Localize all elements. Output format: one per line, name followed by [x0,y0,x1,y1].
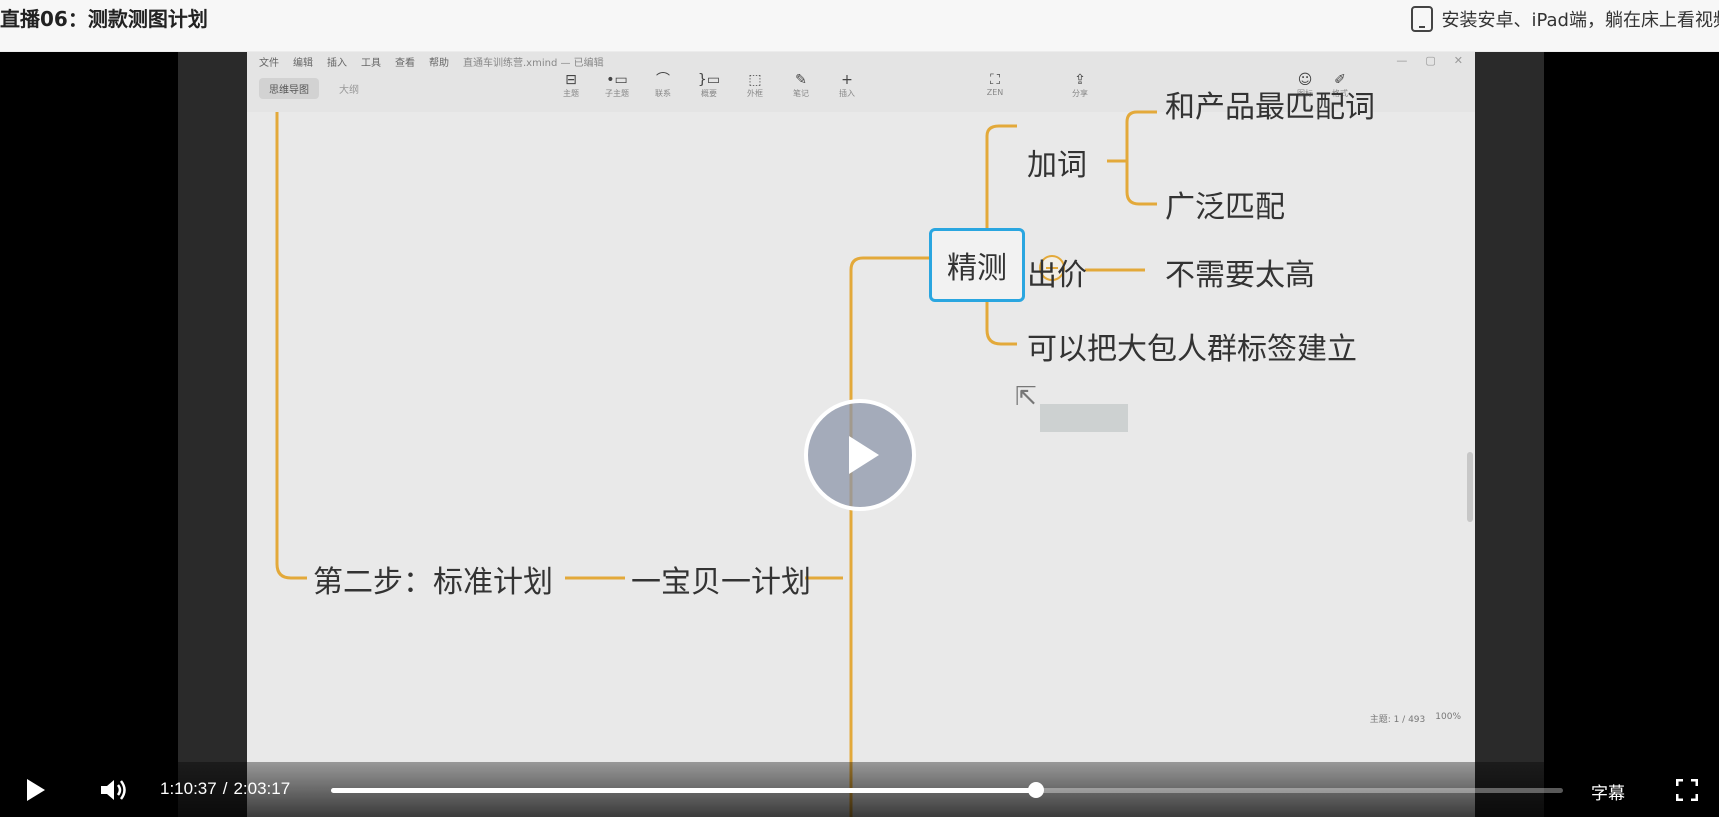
time-display: 1:10:37 / 2:03:17 [160,779,290,799]
zoom-level: 100% [1435,712,1461,722]
node-one-item: 一宝贝一计划 [631,565,811,600]
node-focus: 精测 [929,228,1025,302]
progress-fill [331,788,1037,793]
node-not-high: 不需要太高 [1165,258,1315,293]
app-statusbar: 主题: 1 / 493 100% [1370,712,1461,725]
node-match-best: 和产品最匹配词 [1165,90,1375,125]
node-step2: 第二步：标准计划 [313,565,553,600]
app-scrollbar [1467,452,1473,522]
duration: 2:03:17 [233,779,291,798]
topic-count: 主题: 1 / 493 [1369,715,1426,725]
current-time: 1:10:37 [160,779,217,798]
video-player[interactable]: 文件 编辑 插入 工具 查看 帮助 直通车训练营.xmind — 已编辑 思维导… [0,52,1719,817]
subtitles-button[interactable]: 字幕 [1591,779,1625,804]
big-play-button[interactable] [804,399,916,511]
connector-add-word-children [1125,110,1157,206]
time-separator: / [222,779,228,798]
app-download-text: 安装安卓、iPad端，躺在床上看视频 [1441,10,1719,31]
play-icon [849,436,879,474]
connector-focus [849,256,929,817]
node-add-word: 加词 [1027,148,1087,183]
progress-bar[interactable] [331,782,1563,798]
video-header: 直播06：测款测图计划 安装安卓、iPad端，躺在床上看视频 [0,0,1719,52]
play-button[interactable] [27,779,45,801]
volume-icon[interactable] [98,775,128,805]
app-download-link[interactable]: 安装安卓、iPad端，躺在床上看视频 [1411,6,1719,32]
mouse-cursor-icon: ⇱ [1015,382,1037,412]
fullscreen-icon[interactable] [1676,779,1698,801]
blurred-tooltip [1040,404,1128,432]
player-controls: 1:10:37 / 2:03:17 字幕 [0,762,1719,817]
node-broad: 广泛匹配 [1165,190,1285,225]
connector-step2 [275,112,307,580]
tablet-icon [1411,6,1434,32]
video-title: 直播06：测款测图计划 [0,7,208,31]
progress-knob[interactable] [1028,782,1045,798]
node-crowd: 可以把大包人群标签建立 [1027,332,1357,367]
node-bid: 出价 [1027,258,1087,293]
